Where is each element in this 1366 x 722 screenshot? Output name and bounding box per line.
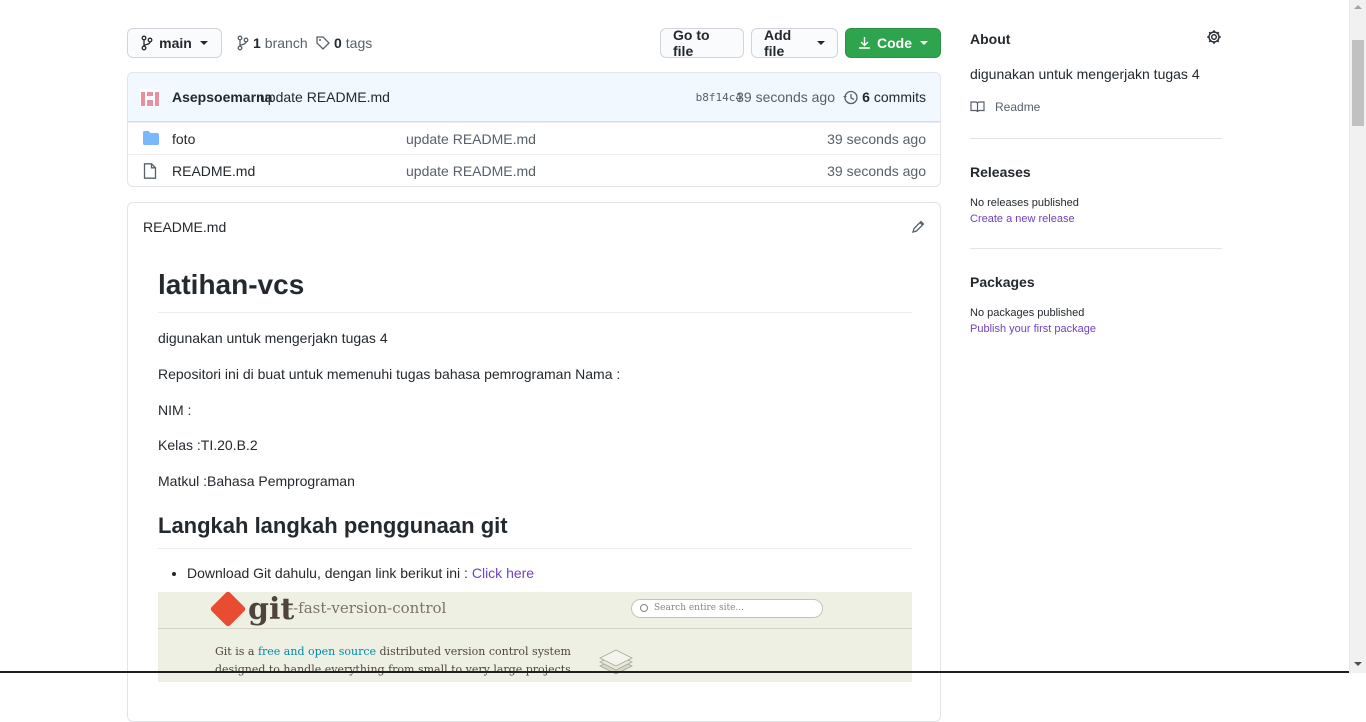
file-row: foto update README.md 39 seconds ago (128, 122, 940, 154)
commit-count: 6 (862, 89, 870, 105)
scroll-down-arrow-icon[interactable] (1354, 662, 1362, 666)
book-icon (970, 101, 985, 113)
releases-empty-text: No releases published (970, 197, 1079, 209)
about-header: About (970, 29, 1222, 47)
scrollbar-thumb[interactable] (1352, 40, 1364, 126)
about-title: About (970, 31, 1011, 47)
readme-filename[interactable]: README.md (143, 219, 226, 235)
commits-link[interactable]: 6 commits (843, 89, 926, 105)
file-commit-time: 39 seconds ago (827, 163, 926, 179)
tags-link[interactable]: 0 tags (316, 28, 372, 58)
git-site-search-placeholder: Search entire site... (654, 603, 744, 613)
readme-paragraph: Kelas :TI.20.B.2 (158, 437, 258, 453)
file-row: README.md update README.md 39 seconds ag… (128, 154, 940, 186)
history-icon (843, 90, 858, 104)
branches-link[interactable]: 1 branch (237, 28, 308, 58)
download-icon (859, 37, 870, 49)
readme-paragraph: digunakan untuk mengerjakn tugas 4 (158, 330, 388, 346)
readme-list: Download Git dahulu, dengan link berikut… (158, 563, 912, 584)
page-scrollbar[interactable] (1349, 0, 1366, 673)
git-site-search: Search entire site... (631, 599, 823, 618)
branch-select-button[interactable]: main (127, 28, 222, 58)
file-icon (143, 163, 157, 179)
folder-icon (143, 131, 159, 145)
chevron-down-icon (199, 41, 208, 45)
file-browser: Asepsoemarna update README.md b8f14c4 39… (127, 72, 941, 187)
download-link[interactable]: Click here (472, 565, 534, 581)
git-site-divider (158, 628, 912, 629)
tag-count: 0 (334, 35, 342, 51)
file-commit-time: 39 seconds ago (827, 131, 926, 147)
git-blurb-link: free and open source (257, 645, 377, 658)
releases-title[interactable]: Releases (970, 164, 1031, 180)
git-branch-icon (237, 35, 249, 51)
gear-icon[interactable] (1206, 29, 1222, 45)
commit-author[interactable]: Asepsoemarna (172, 89, 272, 105)
readme-header: README.md (128, 203, 940, 251)
packages-empty-text: No packages published (970, 307, 1085, 319)
branch-count: 1 (253, 35, 261, 51)
latest-commit-bar: Asepsoemarna update README.md b8f14c4 39… (128, 73, 940, 122)
publish-package-link[interactable]: Publish your first package (970, 323, 1096, 335)
git-logo-icon (209, 592, 247, 628)
commit-sha[interactable]: b8f14c4 (696, 91, 742, 104)
add-file-button[interactable]: Add file (751, 27, 838, 59)
branch-name: main (159, 35, 192, 51)
chevron-down-icon (920, 41, 928, 45)
list-item: Download Git dahulu, dengan link berikut… (187, 563, 912, 584)
go-to-file-label: Go to file (673, 27, 710, 59)
avatar[interactable] (140, 89, 160, 107)
readme-sidebar-link[interactable]: Readme (970, 100, 1040, 114)
readme-paragraph: Matkul :Bahasa Pemprograman (158, 473, 355, 489)
git-blurb-pre: Git is a (215, 645, 255, 658)
commit-time: 39 seconds ago (736, 89, 835, 105)
add-file-label: Add file (764, 27, 792, 59)
chevron-down-icon (817, 41, 825, 45)
repo-toolbar: main 1 branch 0 tags Go to file Add file… (127, 27, 941, 59)
git-site-blurb: Git is a free and open source distribute… (215, 643, 595, 682)
go-to-file-button[interactable]: Go to file (660, 27, 744, 59)
readme-heading-1: latihan-vcs (158, 267, 912, 313)
pencil-icon[interactable] (911, 220, 925, 234)
scroll-up-arrow-icon[interactable] (1354, 5, 1362, 9)
branch-label: branch (264, 35, 308, 51)
readme-heading-2: Langkah langkah penggunaan git (158, 512, 912, 549)
tag-label: tags (345, 35, 373, 51)
git-website-screenshot: git --fast-version-control Search entire… (158, 592, 912, 682)
commit-label: commits (873, 89, 926, 105)
git-tagline: --fast-version-control (288, 599, 447, 617)
file-commit-message[interactable]: update README.md (406, 131, 536, 147)
readme-paragraph: NIM : (158, 402, 192, 418)
readme-panel: README.md latihan-vcs digunakan untuk me… (127, 202, 941, 722)
stack-illustration-icon (599, 649, 633, 675)
sidebar-divider (970, 138, 1222, 139)
file-name[interactable]: README.md (172, 163, 255, 179)
readme-paragraph: Repositori ini di buat untuk memenuhi tu… (158, 366, 621, 382)
tag-icon (316, 36, 330, 50)
readme-link-label: Readme (995, 100, 1041, 114)
sidebar-divider (970, 248, 1222, 249)
search-icon (640, 604, 648, 612)
code-button[interactable]: Code (845, 28, 941, 58)
create-release-link[interactable]: Create a new release (970, 213, 1075, 225)
commit-message[interactable]: update README.md (260, 89, 390, 105)
code-label: Code (877, 35, 912, 51)
packages-title[interactable]: Packages (970, 274, 1035, 290)
git-branch-icon (141, 35, 153, 51)
list-item-text: Download Git dahulu, dengan link berikut… (187, 564, 468, 581)
readme-content: latihan-vcs digunakan untuk mengerjakn t… (158, 251, 912, 584)
about-description: digunakan untuk mengerjakn tugas 4 (970, 66, 1200, 82)
file-name[interactable]: foto (172, 131, 195, 147)
file-commit-message[interactable]: update README.md (406, 163, 536, 179)
